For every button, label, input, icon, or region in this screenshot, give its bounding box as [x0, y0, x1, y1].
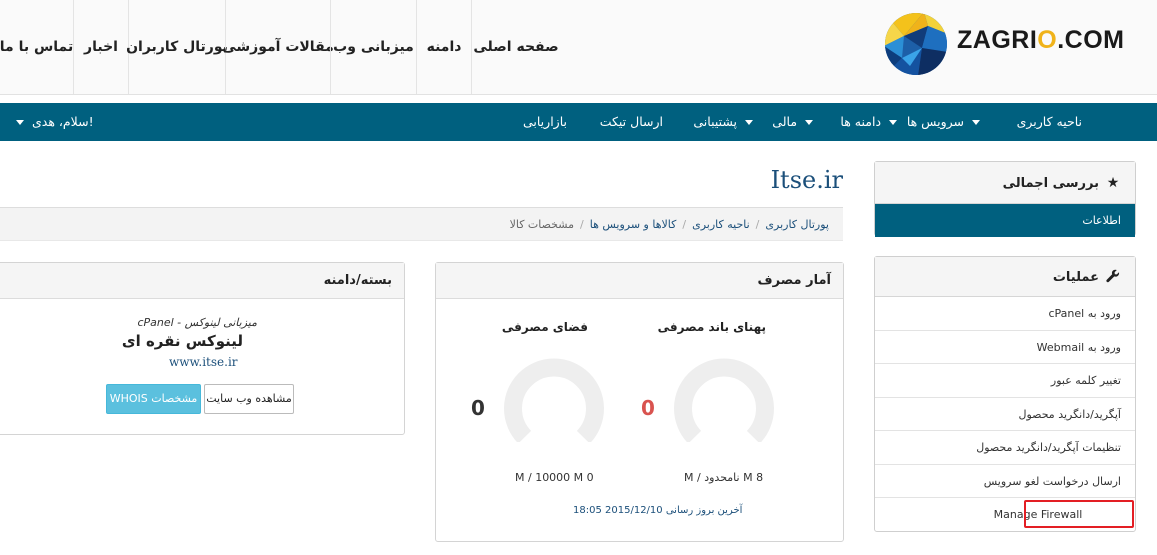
sidebar-item-request-cancellation[interactable]: ارسال درخواست لغو سرویس — [875, 465, 1135, 498]
logo-text: ZAGRIO.COM — [957, 26, 1125, 54]
sidebar-overview-header: ★بررسی اجمالی — [875, 162, 1135, 204]
menu-billing[interactable]: مالی — [772, 103, 817, 141]
package-domain-link[interactable]: www.itse.ir — [169, 355, 238, 369]
sidebar-actions-header: عملیات — [875, 257, 1135, 297]
package-name: لینوکس نقره ای — [121, 332, 243, 350]
breadcrumb-current: مشخصات کالا — [509, 218, 574, 231]
menu-domains[interactable]: دامنه ها — [840, 103, 901, 141]
chevron-down-icon — [16, 120, 24, 125]
sidebar-item-webmail-login[interactable]: ورود به Webmail — [875, 331, 1135, 364]
menu-affiliates[interactable]: بازاریابی — [523, 103, 567, 141]
sidebar-item-change-password[interactable]: تغییر کلمه عبور — [875, 364, 1135, 398]
usage-stats-header: آمار مصرف — [436, 263, 843, 299]
sidebar-item-manage-firewall[interactable]: Manage Firewall — [875, 498, 1135, 532]
logo-mark-icon — [885, 13, 947, 75]
top-nav-hosting[interactable]: میزبانی وب — [330, 0, 416, 94]
chevron-down-icon — [972, 120, 980, 125]
sidebar-item-cpanel-login[interactable]: ورود به cPanel — [875, 297, 1135, 331]
chevron-down-icon — [889, 120, 897, 125]
top-nav: تماس با ما اخبار پورتال کاربران مقالات آ… — [0, 0, 560, 94]
bandwidth-label: پهنای باند مصرفی — [657, 320, 766, 334]
breadcrumb-item[interactable]: پورتال کاربری — [765, 218, 829, 231]
usage-stats-panel: آمار مصرف — [435, 262, 844, 542]
sidebar-item-information[interactable]: اطلاعات — [875, 204, 1135, 237]
page-title: Itse.ir — [770, 166, 843, 194]
menu-services[interactable]: سرویس ها — [907, 103, 984, 141]
package-domain-header: بسته/دامنه — [0, 263, 404, 299]
disk-usage-caption: M / 10000 M 0 — [515, 471, 594, 484]
top-nav-contact[interactable]: تماس با ما — [0, 0, 73, 94]
whois-info-button[interactable]: مشخصات WHOIS — [106, 384, 201, 414]
menu-user-area[interactable]: ناحیه کاربری — [1017, 103, 1082, 141]
sidebar-overview-panel: ★بررسی اجمالی اطلاعات — [874, 161, 1136, 237]
sidebar-item-upgrade-downgrade[interactable]: آپگرید/دانگرید محصول — [875, 398, 1135, 431]
top-header: تماس با ما اخبار پورتال کاربران مقالات آ… — [0, 0, 1157, 95]
menu-open-ticket[interactable]: ارسال تیکت — [600, 103, 663, 141]
disk-usage-label: فضای مصرفی — [501, 320, 588, 334]
bandwidth-caption: M / نامحدود M 8 — [684, 471, 764, 484]
breadcrumb-item[interactable]: ناحیه کاربری — [692, 218, 750, 231]
user-greeting-menu[interactable]: سلام، هدی! — [12, 103, 94, 141]
menu-support[interactable]: پشتیبانی — [693, 103, 757, 141]
top-nav-home[interactable]: صفحه اصلی — [471, 0, 560, 94]
view-website-button[interactable]: مشاهده وب سایت — [204, 384, 294, 414]
top-nav-news[interactable]: اخبار — [73, 0, 128, 94]
breadcrumb: پورتال کاربری/ناحیه کاربری/کالاها و سروی… — [0, 207, 843, 241]
disk-usage-value: 0 — [471, 396, 485, 420]
sidebar-actions-panel: عملیات ورود به cPanel ورود به Webmail تغ… — [874, 256, 1136, 532]
top-nav-domain[interactable]: دامنه — [416, 0, 471, 94]
sidebar-item-upgrade-options[interactable]: تنظیمات آپگرید/دانگرید محصول — [875, 431, 1135, 465]
bandwidth-gauge — [674, 358, 774, 442]
last-update-text: آخرین بروز رسانی 2015/12/10 18:05 — [573, 505, 743, 516]
bandwidth-value: 0 — [641, 396, 655, 420]
top-nav-user-portal[interactable]: پورتال کاربران — [126, 0, 228, 94]
main-menu-bar: ناحیه کاربری سرویس ها دامنه ها مالی پشتی… — [0, 103, 1157, 141]
breadcrumb-item[interactable]: کالاها و سرویس ها — [590, 218, 677, 231]
chevron-down-icon — [745, 120, 753, 125]
star-icon: ★ — [1106, 175, 1120, 191]
disk-usage-gauge — [504, 358, 604, 442]
wrench-icon — [1105, 257, 1121, 297]
package-subtitle: میزبانی لینوکس - cPanel — [137, 316, 257, 329]
chevron-down-icon — [805, 120, 813, 125]
top-nav-articles[interactable]: مقالات آموزشی — [222, 0, 334, 94]
